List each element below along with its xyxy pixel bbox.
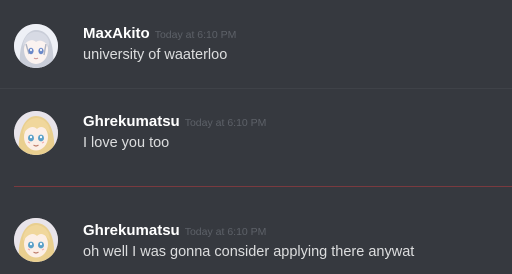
message-timestamp: Today at 6:10 PM [154, 29, 237, 41]
author-name[interactable]: MaxAkito [83, 25, 150, 42]
chat-message-list: MaxAkito Today at 6:10 PM university of w… [0, 0, 512, 274]
message-content: oh well I was gonna consider applying th… [83, 244, 415, 260]
message-timestamp: Today at 6:10 PM [184, 226, 267, 238]
silver-haired-anime-avatar-icon [14, 24, 58, 68]
chat-message: MaxAkito Today at 6:10 PM university of w… [0, 0, 512, 88]
author-name[interactable]: Ghrekumatsu [83, 222, 180, 239]
avatar[interactable] [14, 111, 58, 155]
author-name[interactable]: Ghrekumatsu [83, 113, 180, 130]
message-author[interactable]: Ghrekumatsu Today at 6:10 PM [83, 222, 266, 239]
blonde-anime-girl-avatar-icon [14, 218, 58, 262]
message-author[interactable]: Ghrekumatsu Today at 6:10 PM [83, 113, 266, 130]
avatar[interactable] [14, 218, 58, 262]
message-content: university of waaterloo [83, 47, 228, 63]
message-content: I love you too [83, 135, 170, 151]
message-timestamp: Today at 6:10 PM [184, 117, 267, 129]
chat-message: Ghrekumatsu Today at 6:10 PM oh well I wa… [0, 187, 512, 274]
chat-message: Ghrekumatsu Today at 6:10 PM I love you t… [0, 89, 512, 185]
avatar[interactable] [14, 24, 58, 68]
message-author[interactable]: MaxAkito Today at 6:10 PM [83, 25, 236, 42]
blonde-anime-girl-avatar-icon [14, 111, 58, 155]
